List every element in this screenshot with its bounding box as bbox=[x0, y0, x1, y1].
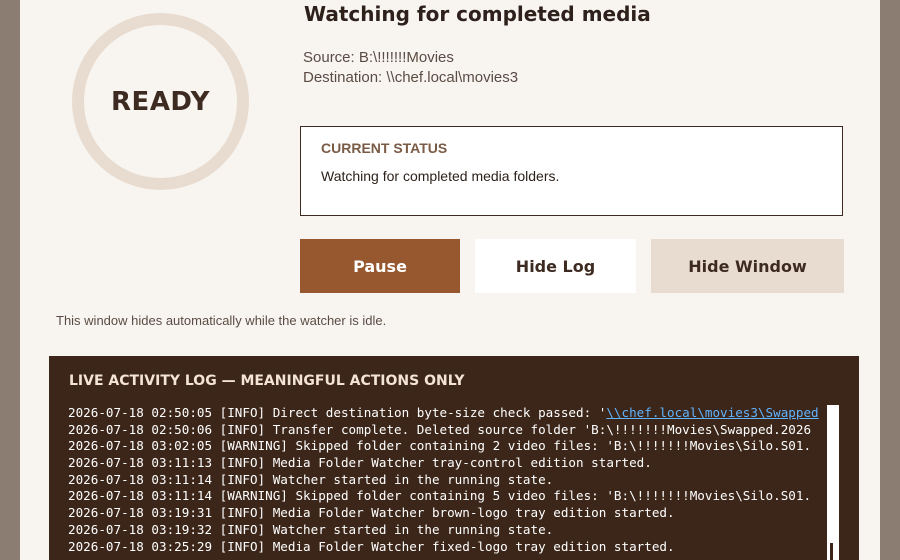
log-destination-link[interactable]: \\chef.local\movies3\Swapped bbox=[606, 405, 818, 420]
log-line: 2026-07-18 02:50:06 [INFO] Transfer comp… bbox=[68, 421, 812, 437]
status-ring-label: READY bbox=[111, 86, 210, 117]
auto-hide-note: This window hides automatically while th… bbox=[56, 313, 387, 328]
log-line: 2026-07-18 03:19:32 [INFO] Watcher start… bbox=[68, 521, 554, 537]
log-line: 2026-07-18 03:02:05 [WARNING] Skipped fo… bbox=[68, 438, 812, 454]
log-line: 2026-07-18 03:11:14 [INFO] Watcher start… bbox=[68, 471, 554, 487]
pause-button[interactable]: Pause bbox=[300, 239, 460, 293]
log-line: 2026-07-18 02:50:05 [INFO] Direct destin… bbox=[68, 405, 840, 422]
hide-window-button[interactable]: Hide Window bbox=[651, 239, 844, 293]
log-line: 2026-07-18 03:25:29 [INFO] Media Folder … bbox=[68, 538, 675, 554]
status-ring: READY bbox=[72, 13, 249, 190]
log-line: 2026-07-18 03:11:13 [INFO] Media Folder … bbox=[68, 455, 652, 471]
current-status-title: CURRENT STATUS bbox=[321, 140, 448, 156]
log-line: 2026-07-18 03:11:14 [WARNING] Skipped fo… bbox=[68, 488, 812, 504]
hide-log-button[interactable]: Hide Log bbox=[475, 239, 636, 293]
source-path: Source: B:\!!!!!!!Movies bbox=[303, 49, 454, 66]
destination-path: Destination: \\chef.local\movies3 bbox=[303, 69, 519, 86]
current-status-panel: CURRENT STATUS Watching for completed me… bbox=[300, 126, 843, 216]
log-line-text: 2026-07-18 02:50:05 [INFO] Direct destin… bbox=[68, 405, 607, 420]
activity-log-title: LIVE ACTIVITY LOG — MEANINGFUL ACTIONS O… bbox=[69, 373, 465, 389]
log-line: 2026-07-18 03:19:31 [INFO] Media Folder … bbox=[68, 505, 675, 521]
log-scrollbar-thumb[interactable] bbox=[830, 543, 833, 560]
activity-log-text[interactable]: 2026-07-18 02:50:05 [INFO] Direct destin… bbox=[68, 405, 840, 560]
main-window: READY Watching for completed media Sourc… bbox=[20, 0, 880, 560]
activity-log-panel: LIVE ACTIVITY LOG — MEANINGFUL ACTIONS O… bbox=[49, 356, 859, 560]
log-scrollbar[interactable] bbox=[827, 405, 839, 560]
page-title: Watching for completed media bbox=[304, 2, 651, 26]
current-status-text: Watching for completed media folders. bbox=[321, 168, 560, 184]
